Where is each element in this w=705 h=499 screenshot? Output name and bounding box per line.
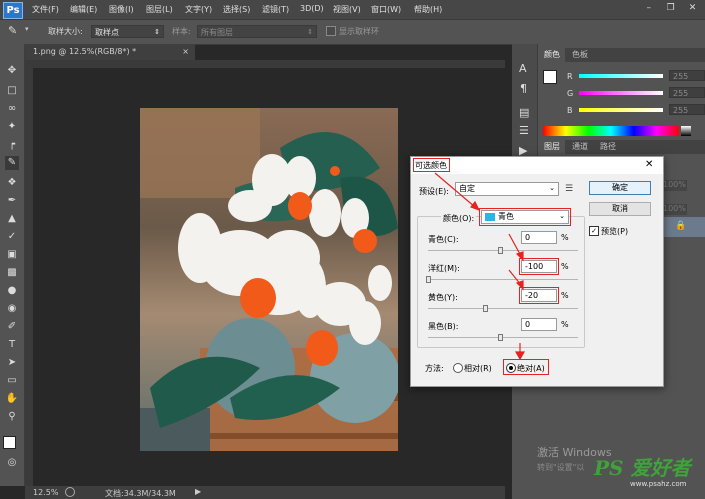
sample-size-value: 取样点 (95, 28, 119, 37)
blue-value[interactable]: 255 (669, 104, 705, 115)
selective-color-dialog: 可选颜色 ✕ 预设(E): 自定 ⌄ ☰ 颜色(O): 青色 ⌄ 青色(C): … (410, 156, 664, 387)
document-image (140, 108, 398, 451)
history-brush-icon[interactable]: ✓ (5, 230, 19, 244)
histogram-icon[interactable]: ▤ (519, 106, 529, 119)
zoom-tool-icon[interactable]: ⚲ (5, 410, 19, 424)
red-label: R (567, 72, 573, 81)
eraser-tool-icon[interactable]: ▣ (5, 248, 19, 262)
tab-channels[interactable]: 通道 (567, 140, 593, 154)
gradient-tool-icon[interactable]: ▩ (5, 266, 19, 280)
menu-filter[interactable]: 滤镜(T) (262, 4, 289, 15)
zoom-level[interactable]: 12.5% (33, 488, 58, 497)
color-foreground[interactable] (543, 70, 557, 84)
tab-paths[interactable]: 路径 (595, 140, 621, 154)
blur-tool-icon[interactable]: ● (5, 284, 19, 298)
close-icon[interactable]: ✕ (686, 3, 699, 14)
shape-tool-icon[interactable]: ▭ (5, 374, 19, 388)
type-tool-icon[interactable]: T (5, 338, 19, 352)
menu-3d[interactable]: 3D(D) (300, 4, 324, 13)
quick-select-icon[interactable]: ✦ (5, 120, 19, 134)
chevron-down-icon[interactable]: ▾ (25, 25, 29, 33)
menu-help[interactable]: 帮助(H) (414, 4, 442, 15)
sample-value: 所有图层 (201, 28, 233, 37)
gray-ramp[interactable] (681, 126, 691, 136)
tab-swatches[interactable]: 色板 (567, 48, 593, 62)
menu-select[interactable]: 选择(S) (223, 4, 250, 15)
layer-row-selected[interactable]: 🔒 (661, 217, 705, 237)
green-label: G (567, 89, 574, 98)
color-panel: 颜色 色板 R 255 G 255 B 255 (539, 48, 705, 138)
doc-size: 文档:34.3M/34.3M (105, 489, 176, 498)
sample-dropdown[interactable]: 所有图层 ⇕ (197, 25, 317, 38)
quick-mask-icon[interactable]: ◎ (5, 456, 19, 470)
annotation-arrows (434, 172, 526, 361)
show-ring-label: 显示取样环 (339, 27, 379, 36)
sample-size-dropdown[interactable]: 取样点 ⇕ (91, 25, 164, 38)
blue-label: B (567, 106, 573, 115)
tools-panel: ✥ □ ∞ ✦ ┍ ✎ ❖ ✒ ▲ ✓ ▣ ▩ ● ◉ ✐ T ➤ ▭ ✋ ⚲ … (0, 44, 25, 486)
green-slider[interactable]: G 255 (567, 87, 705, 99)
green-value[interactable]: 255 (669, 87, 705, 98)
site-watermark: PS 爱好者 www.psahz.com (594, 452, 702, 488)
eyedropper-tool-icon[interactable]: ✎ (5, 156, 19, 170)
menu-bar: Ps 文件(F) 编辑(E) 图像(I) 图层(L) 文字(Y) 选择(S) 滤… (0, 0, 705, 19)
menu-window[interactable]: 窗口(W) (371, 4, 401, 15)
document-tab-title: 1.png @ 12.5%(RGB/8*) * (33, 47, 137, 56)
ruler-horizontal (25, 60, 505, 68)
history-panel-icon[interactable]: ☰ (519, 124, 529, 137)
pen-tool-icon[interactable]: ✐ (5, 320, 19, 334)
menu-type[interactable]: 文字(Y) (185, 4, 212, 15)
red-value[interactable]: 255 (669, 70, 705, 81)
status-bar: 12.5% 文档:34.3M/34.3M ▶ (25, 486, 505, 499)
restore-icon[interactable]: ❐ (664, 3, 677, 14)
activation-line2: 转到"设置"以 (537, 463, 585, 472)
healing-brush-icon[interactable]: ❖ (5, 176, 19, 190)
site-url: www.psahz.com (630, 480, 687, 488)
ruler-vertical (25, 60, 33, 486)
options-bar: ✎ ▾ 取样大小: 取样点 ⇕ 样本: 所有图层 ⇕ 显示取样环 (0, 19, 705, 45)
document-tab[interactable]: 1.png @ 12.5%(RGB/8*) * × (25, 44, 195, 60)
eyedropper-icon[interactable]: ✎ (8, 24, 17, 37)
photoshop-logo: Ps (3, 2, 23, 19)
menu-edit[interactable]: 编辑(E) (70, 4, 97, 15)
menu-view[interactable]: 视图(V) (333, 4, 361, 15)
foreground-color-swatch[interactable] (3, 436, 16, 449)
sample-size-label: 取样大小: (48, 27, 83, 36)
dodge-tool-icon[interactable]: ◉ (5, 302, 19, 316)
lock-icon: 🔒 (675, 221, 687, 231)
brush-tool-icon[interactable]: ✒ (5, 194, 19, 208)
character-panel-icon[interactable]: A (519, 62, 527, 75)
marquee-tool-icon[interactable]: □ (5, 84, 19, 98)
status-menu-arrow-icon[interactable]: ▶ (195, 487, 201, 496)
share-icon[interactable] (65, 487, 75, 497)
stamp-tool-icon[interactable]: ▲ (5, 212, 19, 226)
menu-layer[interactable]: 图层(L) (146, 4, 173, 15)
paragraph-panel-icon[interactable]: ¶ (520, 82, 527, 95)
tab-layers[interactable]: 图层 (539, 140, 565, 154)
opacity-value[interactable]: 100% (663, 180, 687, 191)
menu-image[interactable]: 图像(I) (109, 4, 134, 15)
lasso-tool-icon[interactable]: ∞ (5, 102, 19, 116)
crop-tool-icon[interactable]: ┍ (5, 138, 19, 152)
menu-file[interactable]: 文件(F) (32, 4, 59, 15)
path-select-icon[interactable]: ➤ (5, 356, 19, 370)
site-logo: PS 爱好者 (594, 456, 691, 480)
move-tool-icon[interactable]: ✥ (5, 64, 19, 78)
minimize-icon[interactable]: – (642, 3, 655, 14)
color-spectrum-bar[interactable] (543, 126, 679, 136)
hand-tool-icon[interactable]: ✋ (5, 392, 19, 406)
window-controls: – ❐ ✕ (636, 3, 699, 14)
show-ring-checkbox[interactable] (326, 26, 336, 36)
fill-value[interactable]: 100% (663, 204, 687, 215)
tab-close-icon[interactable]: × (182, 44, 189, 60)
red-slider[interactable]: R 255 (567, 70, 705, 82)
blue-slider[interactable]: B 255 (567, 104, 705, 116)
tab-color[interactable]: 颜色 (539, 48, 565, 62)
sample-label: 样本: (172, 27, 191, 36)
